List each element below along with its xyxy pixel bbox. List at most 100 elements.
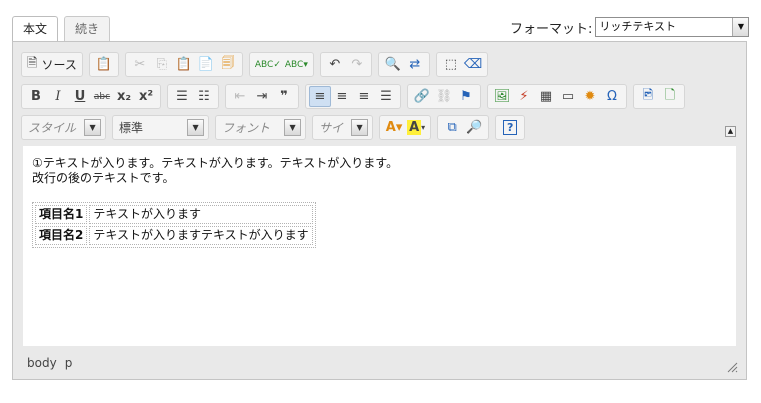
replace-button[interactable]: ⇄ xyxy=(404,54,426,75)
numbered-list-icon: ☰ xyxy=(176,89,188,104)
unlink-button[interactable]: ⛓ xyxy=(433,86,455,107)
redo-button[interactable]: ↷ xyxy=(346,54,368,75)
align-justify-icon: ☰ xyxy=(380,89,392,104)
select-all-icon: ⬚ xyxy=(444,57,457,72)
show-blocks-button[interactable]: 🔎 xyxy=(463,117,485,138)
align-justify-button[interactable]: ☰ xyxy=(375,86,397,107)
content-table: 項目名1 テキストが入ります 項目名2 テキストが入りますテキストが入ります xyxy=(32,202,316,248)
color-group: A▾ A ▾ xyxy=(379,115,432,140)
smiley-button[interactable]: ✹ xyxy=(579,86,601,107)
list-group: ☰ ☷ xyxy=(167,84,219,109)
chevron-down-icon: ▼ xyxy=(351,119,369,136)
unlink-icon: ⛓ xyxy=(435,89,453,104)
tab-more[interactable]: 続き xyxy=(64,16,111,42)
special-char-button[interactable]: Ω xyxy=(601,86,623,107)
preview-icon: 🔎 xyxy=(466,120,483,135)
quote-icon: ❞ xyxy=(280,89,288,104)
spellcheck-icon: ABC✓ xyxy=(254,59,281,70)
spellcheck-as-you-type-button[interactable]: ABC▾ xyxy=(283,54,310,75)
toolbar-row-3: スタイル ▼ 標準 ▼ フォント ▼ サイ ▼ A▾ A ▾ ⧉ 🔎 ? xyxy=(21,115,531,140)
resize-handle-icon[interactable] xyxy=(726,361,738,373)
font-combo[interactable]: フォント ▼ xyxy=(215,115,307,140)
path-item-body[interactable]: body xyxy=(27,356,57,370)
paste-word-button[interactable]: 🗐 xyxy=(217,54,239,75)
maximize-button[interactable]: ⧉ xyxy=(441,117,463,138)
outdent-button[interactable]: ⇤ xyxy=(229,86,251,107)
underline-icon: U xyxy=(74,89,86,104)
table-button[interactable]: ▦ xyxy=(535,86,557,107)
strikethrough-icon: abc xyxy=(93,91,111,102)
size-combo[interactable]: サイ ▼ xyxy=(312,115,374,140)
tools-group: ⧉ 🔎 xyxy=(437,115,490,140)
superscript-icon: x² xyxy=(138,89,154,104)
image-button[interactable]: 🖼 xyxy=(491,86,513,107)
template-group: 📋 xyxy=(88,52,119,77)
bold-button[interactable]: B xyxy=(25,86,47,107)
editor-content-area[interactable]: ①テキストが入ります。テキストが入ります。テキストが入ります。 改行の後のテキス… xyxy=(23,146,736,346)
flash-button[interactable]: ⚡ xyxy=(513,86,535,107)
numbered-list-button[interactable]: ☰ xyxy=(171,86,193,107)
clipboard-group: ✂ ⎘ 📋 📄 🗐 xyxy=(124,52,243,77)
triangle-up-icon: ▲ xyxy=(727,127,734,135)
help-group: ? xyxy=(495,115,526,140)
link-button[interactable]: 🔗 xyxy=(411,86,433,107)
align-center-button[interactable]: ≡ xyxy=(331,86,353,107)
style-combo[interactable]: スタイル ▼ xyxy=(21,115,107,140)
format-combo[interactable]: 標準 ▼ xyxy=(112,115,210,140)
path-item-p[interactable]: p xyxy=(65,356,73,370)
basic-style-group: B I U abc x₂ x² xyxy=(21,84,161,109)
underline-button[interactable]: U xyxy=(69,86,91,107)
paste-button[interactable]: 📋 xyxy=(173,54,195,75)
italic-button[interactable]: I xyxy=(47,86,69,107)
undo-button[interactable]: ↶ xyxy=(324,54,346,75)
table-cell-header: 項目名1 xyxy=(35,205,88,224)
file-icon: 🗋 xyxy=(664,87,676,103)
text-color-button[interactable]: A▾ xyxy=(383,117,405,138)
blockquote-button[interactable]: ❞ xyxy=(273,86,295,107)
superscript-button[interactable]: x² xyxy=(135,86,157,107)
table-icon: ▦ xyxy=(539,89,553,104)
insert-media-button[interactable]: 🖻 xyxy=(637,86,659,107)
paste-text-button[interactable]: 📄 xyxy=(195,54,217,75)
align-right-button[interactable]: ≡ xyxy=(353,86,375,107)
select-all-button[interactable]: ⬚ xyxy=(440,54,462,75)
cut-button[interactable]: ✂ xyxy=(129,54,151,75)
horizontal-rule-button[interactable]: ▭ xyxy=(557,86,579,107)
spellcheck-button[interactable]: ABC✓ xyxy=(253,54,283,75)
outdent-icon: ⇤ xyxy=(234,89,246,104)
align-left-button[interactable]: ≡ xyxy=(309,86,331,107)
collapse-toolbar-button[interactable]: ▲ xyxy=(725,126,736,137)
table-cell: テキストが入りますテキストが入ります xyxy=(89,226,313,245)
paste-word-icon: 🗐 xyxy=(221,55,235,71)
find-button[interactable]: 🔍 xyxy=(382,54,404,75)
indent-button[interactable]: ⇥ xyxy=(251,86,273,107)
remove-format-button[interactable]: ⌫ xyxy=(462,54,484,75)
bulleted-list-button[interactable]: ☷ xyxy=(193,86,215,107)
help-button[interactable]: ? xyxy=(499,117,521,138)
maximize-icon: ⧉ xyxy=(447,120,457,135)
format-select[interactable]: リッチテキスト ▼ xyxy=(595,17,750,37)
chevron-down-icon: ▼ xyxy=(187,119,205,136)
chevron-down-icon: ▾ xyxy=(421,123,426,132)
link-group: 🔗 ⛓ ⚑ xyxy=(407,84,481,109)
templates-icon: 📋 xyxy=(95,57,112,72)
source-button-label: ソース xyxy=(41,58,77,72)
templates-button[interactable]: 📋 xyxy=(93,54,115,75)
bg-color-button[interactable]: A ▾ xyxy=(405,117,427,138)
subscript-button[interactable]: x₂ xyxy=(113,86,135,107)
source-button[interactable]: 🗎 ソース xyxy=(25,54,79,75)
strike-button[interactable]: abc xyxy=(91,86,113,107)
cut-icon: ✂ xyxy=(134,57,146,72)
insert-file-button[interactable]: 🗋 xyxy=(659,86,681,107)
spellcheck-group: ABC✓ ABC▾ xyxy=(248,52,314,77)
source-group: 🗎 ソース xyxy=(21,52,83,77)
copy-button[interactable]: ⎘ xyxy=(151,54,173,75)
subscript-icon: x₂ xyxy=(116,89,132,104)
paste-icon: 📋 xyxy=(175,57,192,72)
content-line-1: ①テキストが入ります。テキストが入ります。テキストが入ります。 xyxy=(32,156,399,170)
eraser-icon: ⌫ xyxy=(463,57,483,72)
anchor-button[interactable]: ⚑ xyxy=(455,86,477,107)
copy-icon: ⎘ xyxy=(156,57,168,72)
tab-body[interactable]: 本文 xyxy=(12,16,59,43)
paste-text-icon: 📄 xyxy=(197,57,214,72)
